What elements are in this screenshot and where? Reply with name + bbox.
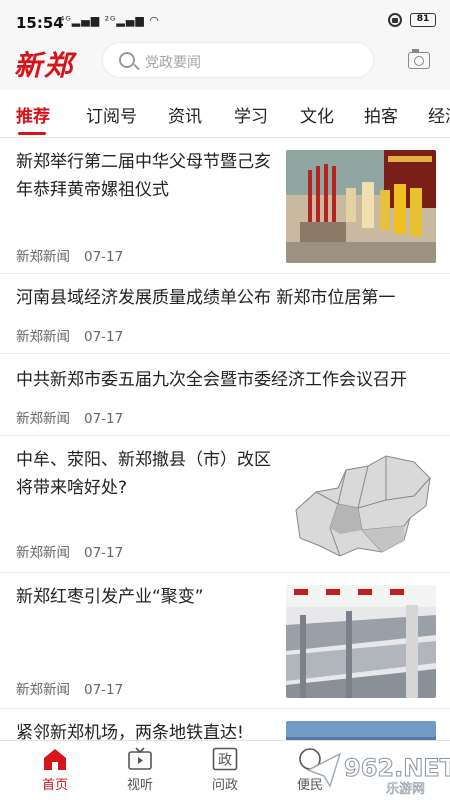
home-icon	[44, 749, 66, 770]
news-source: 新郑新闻	[16, 249, 70, 265]
status-bar: 15:54 ⁴ᴳ▂▄▆ ²ᴳ▂▄▆ ◠ 81	[0, 0, 450, 40]
news-thumbnail-factory	[286, 585, 436, 698]
app-logo: 新郑	[14, 49, 75, 82]
news-date: 07-17	[84, 411, 124, 427]
watermark-brand: 962.NET	[344, 754, 450, 782]
nav-home-label: 首页	[41, 778, 68, 793]
news-source: 新郑新闻	[16, 411, 70, 427]
news-item[interactable]: 新郑举行第二届中华父母节暨己亥年恭拜黄帝嫘祖仪式 新郑新闻 07-17	[0, 138, 450, 274]
camera-icon[interactable]	[408, 49, 430, 69]
news-meta: 新郑新闻 07-17	[16, 541, 123, 561]
tab-photo[interactable]: 拍客	[364, 102, 398, 127]
battery-icon: 81	[410, 13, 436, 27]
zheng-icon-glyph: 政	[218, 753, 232, 769]
news-thumbnail-ceremony	[286, 150, 436, 263]
news-item[interactable]: 河南县域经济发展质量成绩单公布 新郑市位居第一 新郑新闻 07-17	[0, 274, 450, 354]
news-item[interactable]: 中牟、荥阳、新郑撤县（市）改区 将带来啥好处? 新郑新闻 07-17	[0, 436, 450, 573]
tab-economy[interactable]: 经济	[428, 102, 450, 127]
news-meta: 新郑新闻 07-17	[16, 678, 123, 698]
news-meta: 新郑新闻 07-17	[16, 245, 123, 265]
tab-subscriptions[interactable]: 订阅号	[86, 102, 137, 127]
tab-study[interactable]: 学习	[234, 102, 268, 127]
news-item[interactable]: 中共新郑市委五届九次全会暨市委经济工作会议召开 新郑新闻 07-17	[0, 354, 450, 436]
news-title: 新郑举行第二届中华父母节暨己亥年恭拜黄帝嫘祖仪式	[16, 152, 271, 200]
status-right: 81	[388, 13, 436, 27]
news-date: 07-17	[84, 682, 124, 698]
news-title: 中牟、荥阳、新郑撤县（市）改区 将带来啥好处?	[16, 450, 271, 498]
status-time: 15:54	[16, 14, 64, 32]
nav-audiovisual-label: 视听	[126, 778, 153, 793]
search-placeholder: 党政要闻	[145, 55, 201, 71]
news-meta: 新郑新闻 07-17	[16, 325, 123, 345]
search-input[interactable]: 党政要闻	[102, 42, 374, 78]
nav-inquiry-label: 问政	[211, 778, 238, 793]
news-source: 新郑新闻	[16, 329, 70, 345]
signal-icons: ⁴ᴳ▂▄▆ ²ᴳ▂▄▆ ◠	[60, 14, 160, 27]
news-title: 中共新郑市委五届九次全会暨市委经济工作会议召开	[16, 370, 407, 390]
news-thumbnail-map	[286, 448, 436, 561]
news-date: 07-17	[84, 329, 124, 345]
news-source: 新郑新闻	[16, 545, 70, 561]
news-date: 07-17	[84, 545, 124, 561]
news-title: 河南县域经济发展质量成绩单公布 新郑市位居第一	[16, 288, 396, 308]
news-item[interactable]: 新郑红枣引发产业“聚变” 新郑新闻 07-17	[0, 573, 450, 709]
tab-culture[interactable]: 文化	[300, 102, 334, 127]
app-header: 新郑 党政要闻	[0, 40, 450, 90]
news-source: 新郑新闻	[16, 682, 70, 698]
site-watermark: 962.NET 乐游网	[300, 746, 450, 797]
news-meta: 新郑新闻 07-17	[16, 407, 123, 427]
tab-news[interactable]: 资讯	[168, 102, 202, 127]
watermark-sub: 乐游网	[386, 782, 425, 796]
zheng-icon: 政	[212, 747, 238, 771]
active-tab-indicator	[18, 132, 46, 135]
tv-icon	[128, 747, 152, 770]
news-date: 07-17	[84, 249, 124, 265]
channel-tabs: 推荐 订阅号 资讯 学习 文化 拍客 经济	[0, 90, 450, 138]
nav-inquiry[interactable]: 政 问政	[195, 747, 255, 793]
nav-audiovisual[interactable]: 视听	[110, 747, 170, 793]
nav-home[interactable]: 首页	[25, 747, 85, 793]
rotation-lock-icon	[388, 13, 402, 27]
tab-recommend[interactable]: 推荐	[16, 102, 50, 127]
news-title: 新郑红枣引发产业“聚变”	[16, 587, 204, 607]
search-icon	[119, 52, 135, 68]
